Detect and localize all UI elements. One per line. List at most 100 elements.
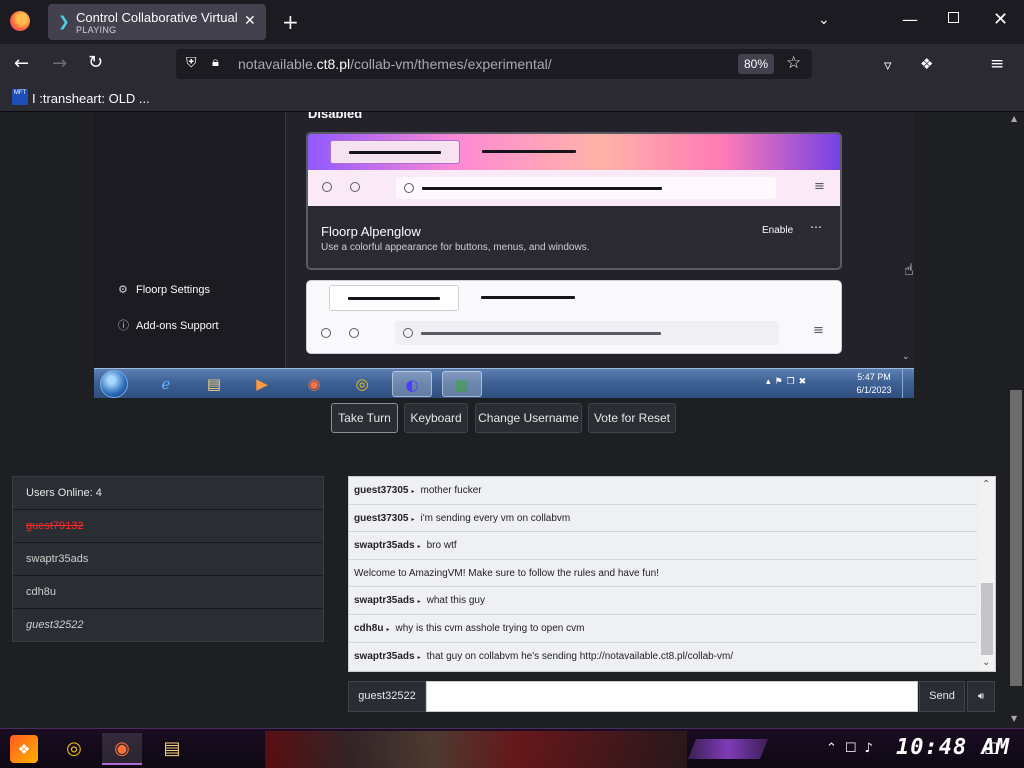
- bookmark-favicon-icon: MFT: [12, 89, 28, 105]
- keyboard-button[interactable]: Keyboard: [404, 403, 468, 433]
- vm-taskbar: ℯ ▤ ▶ ◉ ◎ ◐ ▦ ▴⚑❐✖ 5:47 PM 6/1/2023: [94, 368, 914, 398]
- scroll-down-icon[interactable]: ▼: [1011, 714, 1017, 723]
- preview-circle-icon: [321, 328, 331, 338]
- bookmark-star-icon[interactable]: ☆: [786, 53, 801, 73]
- taskbar-wallpaper-area: [265, 731, 687, 768]
- folder-icon[interactable]: ▤: [194, 371, 234, 397]
- new-tab-icon[interactable]: +: [282, 10, 299, 34]
- url-bar[interactable]: ⛨ 🔒︎ notavailable.ct8.pl/collab-vm/theme…: [176, 49, 812, 79]
- send-button[interactable]: Send: [919, 681, 965, 712]
- theme-preview: ≡: [308, 134, 840, 206]
- firefox-logo-icon[interactable]: [10, 11, 30, 31]
- chrome-icon[interactable]: ◎: [342, 371, 382, 397]
- floorp-icon[interactable]: ◐: [392, 371, 432, 397]
- media-player-icon[interactable]: ▶: [242, 371, 282, 397]
- chat-scrollbar[interactable]: ⌃ ⌄: [979, 477, 995, 671]
- chat-input[interactable]: [426, 681, 918, 712]
- file-explorer-icon[interactable]: ▤: [152, 733, 192, 765]
- vm-settings-sidebar: ⚙ Floorp Settings ⓘ Add-ons Support: [94, 112, 286, 368]
- chat-message: cdh8u ▸ why is this cvm asshole trying to …: [349, 615, 977, 643]
- green-app-icon[interactable]: ▦: [442, 371, 482, 397]
- tab-playing-status: PLAYING: [76, 25, 117, 35]
- page-scrollbar[interactable]: ▲ ▼: [1008, 112, 1024, 728]
- host-system-tray[interactable]: ⌃☐♪: [826, 741, 881, 756]
- extensions-icon[interactable]: ❖: [920, 55, 933, 73]
- back-icon[interactable]: ←: [14, 53, 29, 74]
- internet-explorer-icon[interactable]: ℯ: [146, 371, 186, 397]
- sidebar-item-floorp-settings[interactable]: ⚙ Floorp Settings: [118, 283, 210, 296]
- vm-clock-date[interactable]: 6/1/2023: [854, 385, 894, 395]
- forward-icon[interactable]: →: [52, 53, 67, 74]
- theme-card-alpenglow[interactable]: ≡ Floorp Alpenglow Use a colorful appear…: [306, 132, 842, 270]
- preview-tab: [330, 140, 460, 164]
- username-label: guest32522: [348, 681, 426, 712]
- tab-strip: ❯ Control Collaborative Virtual PLAYING …: [0, 0, 1024, 44]
- vote-reset-button[interactable]: Vote for Reset: [588, 403, 676, 433]
- chevron-down-icon[interactable]: ⌄: [982, 657, 990, 668]
- host-taskbar: ❖ ◎ ◉ ▤ ⌃☐♪ 10:48 AM ☐: [0, 728, 1024, 768]
- notification-icon[interactable]: ☐: [984, 739, 998, 758]
- reload-icon[interactable]: ↻: [88, 52, 103, 73]
- windows-start-icon[interactable]: [100, 370, 128, 398]
- vm-scroll-down-icon[interactable]: ⌄: [902, 352, 910, 362]
- users-panel: Users Online: 4 guest79132 swaptr35ads c…: [12, 476, 324, 642]
- sidebar-item-addons-support[interactable]: ⓘ Add-ons Support: [118, 317, 219, 333]
- enable-button[interactable]: Enable: [762, 225, 793, 236]
- chrome-icon[interactable]: ◎: [54, 733, 94, 765]
- preview-circle-icon: [349, 328, 359, 338]
- preview-menu-icon: ≡: [814, 179, 825, 194]
- site-info-icon[interactable]: 🔒︎: [212, 55, 219, 70]
- user-list-item[interactable]: guest79132: [13, 510, 323, 543]
- user-list-item[interactable]: guest32522: [13, 609, 323, 642]
- url-text[interactable]: notavailable.ct8.pl/collab-vm/themes/exp…: [238, 56, 552, 72]
- taskbar-decoration: [688, 739, 768, 759]
- tab-title: Control Collaborative Virtual: [76, 10, 238, 25]
- firefox-icon[interactable]: ◉: [294, 371, 334, 397]
- restore-icon[interactable]: [948, 12, 959, 23]
- firefox-icon[interactable]: ◉: [102, 733, 142, 765]
- chevron-up-icon[interactable]: ⌃: [982, 479, 990, 490]
- help-icon: ⓘ: [118, 319, 129, 332]
- user-list-item[interactable]: cdh8u: [13, 576, 323, 609]
- tab-active[interactable]: ❯ Control Collaborative Virtual PLAYING …: [48, 4, 266, 40]
- navigation-toolbar: ← → ↻ ⛨ 🔒︎ notavailable.ct8.pl/collab-vm…: [0, 44, 1024, 84]
- chat-system-message: Welcome to AmazingVM! Make sure to follo…: [349, 560, 977, 588]
- list-all-tabs-icon[interactable]: ⌄: [818, 12, 830, 28]
- theme-card-preview[interactable]: ≡: [306, 280, 842, 354]
- preview-circle-icon: [350, 182, 360, 192]
- volume-icon[interactable]: 🔊︎: [967, 681, 995, 712]
- section-heading: Disabled: [308, 112, 363, 121]
- chat-scroll-thumb[interactable]: [981, 583, 993, 655]
- vm-themes-panel: Disabled ≡ Floorp Alpenglow Use a colorf…: [286, 112, 914, 368]
- chat-message: guest37305 ▸ i'm sending every vm on colla…: [349, 505, 977, 533]
- scroll-up-icon[interactable]: ▲: [1011, 114, 1017, 123]
- tracking-shield-icon[interactable]: ⛨: [186, 55, 197, 71]
- gear-icon: ⚙: [118, 283, 128, 296]
- chat-message: swaptr35ads ▸ what this guy: [349, 587, 977, 615]
- show-desktop-button[interactable]: [902, 369, 914, 398]
- hamburger-menu-icon[interactable]: ≡: [990, 54, 1004, 74]
- chat-message: swaptr35ads ▸ bro wtf: [349, 532, 977, 560]
- chat-message: guest37305 ▸ mother fucker: [349, 477, 977, 505]
- page-scroll-thumb[interactable]: [1010, 390, 1022, 686]
- window-close-icon[interactable]: ✕: [993, 9, 1008, 30]
- vm-display[interactable]: ⚙ Floorp Settings ⓘ Add-ons Support Disabl…: [94, 112, 914, 398]
- page-content: ⚙ Floorp Settings ⓘ Add-ons Support Disabl…: [0, 112, 1008, 728]
- vm-system-tray[interactable]: ▴⚑❐✖: [766, 377, 810, 387]
- vm-clock-time[interactable]: 5:47 PM: [854, 372, 894, 382]
- preview-circle-icon: [322, 182, 332, 192]
- pocket-icon[interactable]: ▿: [884, 56, 892, 74]
- more-options-icon[interactable]: ⋯: [810, 220, 822, 234]
- change-username-button[interactable]: Change Username: [475, 403, 582, 433]
- bookmark-item[interactable]: I :transheart: OLD ...: [32, 91, 150, 106]
- user-list-item[interactable]: swaptr35ads: [13, 543, 323, 576]
- take-turn-button[interactable]: Take Turn: [331, 403, 398, 433]
- tab-close-icon[interactable]: ✕: [244, 13, 256, 29]
- minimize-icon[interactable]: —: [902, 10, 918, 29]
- chat-panel: guest37305 ▸ mother fucker guest37305 ▸ i'm …: [348, 476, 996, 672]
- users-online-header: Users Online: 4: [13, 477, 323, 510]
- collabvm-favicon-icon: ❯: [58, 14, 70, 30]
- theme-name: Floorp Alpenglow: [321, 224, 421, 239]
- zoom-level-badge[interactable]: 80%: [738, 54, 774, 74]
- start-menu-icon[interactable]: ❖: [10, 735, 38, 763]
